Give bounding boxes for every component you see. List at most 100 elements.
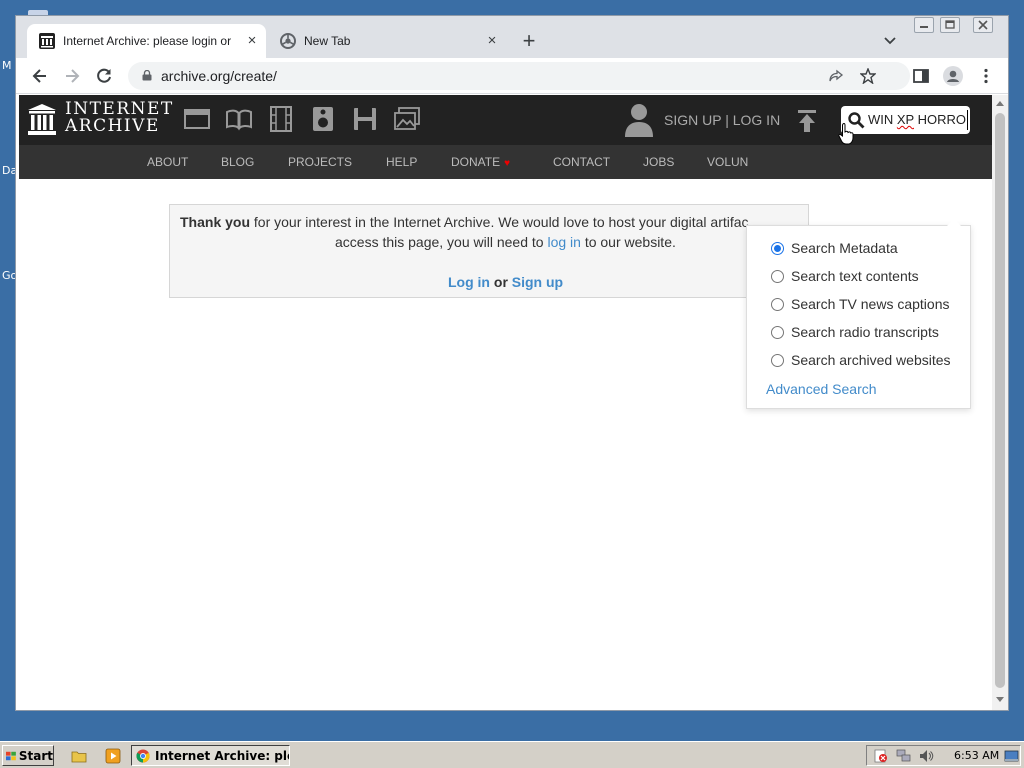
message-emphasis: Thank you — [180, 214, 251, 230]
internet-archive-logo-text[interactable]: INTERNET ARCHIVE — [65, 101, 174, 135]
kebab-menu-icon[interactable] — [977, 67, 995, 85]
tab-search-chevron-icon[interactable] — [882, 32, 898, 48]
tab-strip: Internet Archive: please login or × New … — [16, 16, 1008, 58]
page-viewport: INTERNET ARCHIVE SIGN UP | LOG IN WIN XP… — [16, 95, 992, 710]
message-line: Thank you for your interest in the Inter… — [180, 214, 749, 230]
search-option-label: Search radio transcripts — [791, 324, 939, 340]
close-window-button[interactable] — [973, 17, 993, 33]
search-input[interactable]: WIN XP HORRO — [841, 106, 970, 134]
heart-icon: ♥ — [504, 158, 511, 169]
message-text: access this page, you will need to — [335, 234, 548, 250]
media-player-quick-launch-icon[interactable] — [105, 748, 121, 764]
internet-archive-logo-icon[interactable] — [28, 104, 56, 135]
address-bar[interactable]: archive.org/create/ — [128, 62, 910, 90]
log-in-inline-link[interactable]: log in — [547, 234, 580, 250]
advanced-search-link[interactable]: Advanced Search — [766, 381, 877, 397]
lock-icon[interactable] — [142, 70, 152, 81]
message-text: for your interest in the Internet Archiv… — [250, 214, 749, 230]
search-option-metadata[interactable]: Search Metadata — [771, 238, 898, 258]
clock[interactable]: 6:53 AM — [954, 749, 999, 762]
search-option-text-contents[interactable]: Search text contents — [771, 266, 919, 286]
start-label: Start — [18, 748, 53, 763]
windows-taskbar: Start Internet Archive: ple... 6:53 AM — [0, 741, 1024, 768]
maximize-icon — [945, 20, 955, 29]
video-icon[interactable] — [268, 106, 294, 132]
side-panel-icon[interactable] — [912, 67, 930, 85]
sign-up-link[interactable]: Sign up — [512, 274, 563, 290]
reload-icon[interactable] — [95, 67, 113, 85]
browser-toolbar: archive.org/create/ — [16, 58, 1008, 94]
nav-contact[interactable]: CONTACT — [553, 155, 610, 169]
nav-donate[interactable]: DONATE ♥ — [451, 155, 510, 169]
logo-line: ARCHIVE — [65, 116, 160, 136]
nav-jobs[interactable]: JOBS — [643, 155, 674, 169]
vertical-scrollbar[interactable] — [992, 95, 1008, 710]
desktop-label-fragment[interactable]: M — [2, 59, 12, 72]
taskbar-task-browser[interactable]: Internet Archive: ple... — [131, 745, 290, 766]
new-tab-button[interactable]: + — [518, 30, 540, 52]
software-icon[interactable] — [352, 106, 378, 132]
search-option-archived-websites[interactable]: Search archived websites — [771, 350, 951, 370]
start-button[interactable]: Start — [2, 745, 54, 766]
tab-title: Internet Archive: please login or — [63, 34, 232, 48]
search-option-tv-captions[interactable]: Search TV news captions — [771, 294, 950, 314]
tab-new-tab[interactable]: New Tab × — [268, 24, 506, 58]
tab-close-icon[interactable]: × — [484, 33, 500, 49]
upload-icon[interactable] — [796, 109, 818, 133]
network-icon[interactable] — [896, 749, 911, 763]
scroll-up-arrow-icon[interactable] — [996, 101, 1004, 106]
radio-button[interactable] — [771, 269, 784, 283]
scroll-down-arrow-icon[interactable] — [996, 697, 1004, 702]
user-icon[interactable] — [624, 103, 654, 137]
radio-button[interactable] — [771, 325, 784, 339]
search-option-label: Search text contents — [791, 268, 919, 284]
radio-button[interactable] — [771, 297, 784, 311]
profile-avatar-icon[interactable] — [943, 66, 963, 86]
spellcheck-underlined-word: XP — [896, 112, 914, 127]
folder-quick-launch-icon[interactable] — [71, 748, 87, 764]
images-icon[interactable] — [394, 106, 420, 132]
back-arrow-icon[interactable] — [31, 67, 49, 85]
radio-button-selected[interactable] — [771, 241, 784, 255]
ia-subnav: ABOUT BLOG PROJECTS HELP DONATE ♥ CONTACT… — [19, 145, 992, 179]
minimize-icon — [920, 26, 928, 28]
scrollbar-thumb[interactable] — [995, 113, 1005, 688]
search-text-prefix: WIN — [868, 112, 897, 127]
bookmark-star-icon[interactable] — [860, 68, 876, 84]
close-icon — [978, 20, 988, 30]
audio-icon[interactable] — [310, 106, 336, 132]
nav-blog[interactable]: BLOG — [221, 155, 254, 169]
nav-about[interactable]: ABOUT — [147, 155, 188, 169]
dropdown-notch — [947, 219, 961, 226]
nav-help[interactable]: HELP — [386, 155, 417, 169]
search-option-radio-transcripts[interactable]: Search radio transcripts — [771, 322, 939, 342]
security-alert-icon[interactable] — [873, 749, 888, 763]
radio-button[interactable] — [771, 353, 784, 367]
minimize-button[interactable] — [914, 17, 934, 33]
internet-archive-favicon-icon — [39, 33, 55, 49]
search-text-suffix: HORRO — [914, 112, 966, 127]
sign-up-log-in-link[interactable]: SIGN UP | LOG IN — [664, 112, 780, 128]
search-option-label: Search Metadata — [791, 240, 898, 256]
search-input-value[interactable]: WIN XP HORRO — [868, 112, 966, 127]
volume-icon[interactable] — [919, 749, 934, 763]
message-actions: Log in or Sign up — [448, 274, 563, 290]
windows-flag-icon — [6, 751, 16, 760]
maximize-button[interactable] — [940, 17, 960, 33]
tab-close-icon[interactable]: × — [244, 33, 260, 49]
chrome-icon — [136, 748, 150, 763]
text-caret — [967, 110, 968, 130]
message-text: to our website. — [580, 234, 676, 250]
show-desktop-icon[interactable] — [1004, 749, 1019, 763]
nav-projects[interactable]: PROJECTS — [288, 155, 352, 169]
share-icon[interactable] — [828, 68, 844, 84]
tab-internet-archive[interactable]: Internet Archive: please login or × — [27, 24, 266, 58]
texts-icon[interactable] — [226, 106, 252, 132]
url-text[interactable]: archive.org/create/ — [161, 68, 277, 84]
forward-arrow-icon[interactable] — [63, 67, 81, 85]
nav-volunteer[interactable]: VOLUN — [707, 155, 748, 169]
web-icon[interactable] — [184, 106, 210, 132]
hand-cursor-icon — [838, 123, 854, 145]
search-option-label: Search TV news captions — [791, 296, 950, 312]
log-in-link[interactable]: Log in — [448, 274, 490, 290]
